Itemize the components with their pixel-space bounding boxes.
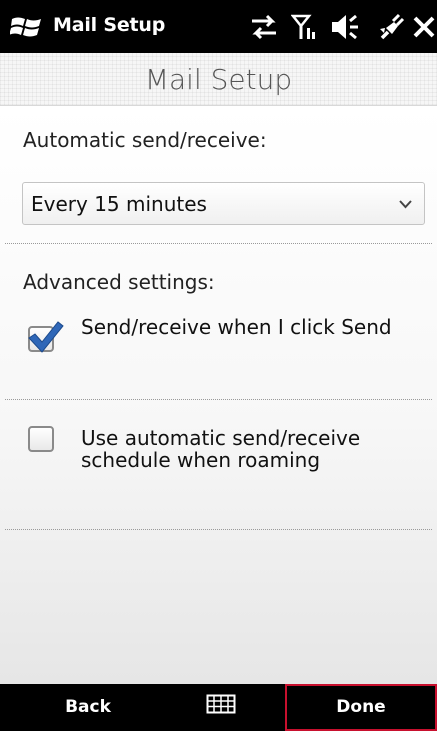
data-connection-icon[interactable]: [248, 12, 280, 42]
back-button[interactable]: Back: [0, 684, 176, 731]
section-divider: [5, 399, 432, 400]
interval-dropdown-value: Every 15 minutes: [31, 192, 207, 216]
advanced-settings-label: Advanced settings:: [23, 270, 215, 294]
interval-dropdown[interactable]: Every 15 minutes: [22, 182, 425, 225]
roaming-schedule-label[interactable]: Use automatic send/receive schedule when…: [81, 427, 411, 471]
volume-icon[interactable]: [330, 12, 362, 42]
send-on-click-checkbox[interactable]: [28, 321, 64, 353]
checkmark-icon: [28, 321, 64, 353]
close-icon[interactable]: [412, 12, 436, 42]
roaming-schedule-checkbox[interactable]: [28, 426, 54, 452]
signal-icon[interactable]: [291, 12, 317, 42]
settings-panel: Automatic send/receive: Every 15 minutes…: [0, 106, 437, 684]
section-divider: [5, 243, 432, 244]
page-title: Mail Setup: [144, 63, 293, 96]
keyboard-icon[interactable]: [206, 694, 236, 714]
status-bar: Mail Setup: [0, 0, 437, 53]
windows-logo-icon[interactable]: [10, 13, 44, 41]
section-divider: [5, 529, 432, 530]
chevron-down-icon: [399, 200, 412, 209]
bottom-bar: Back Done: [0, 684, 437, 731]
app-title[interactable]: Mail Setup: [53, 14, 165, 36]
page-header: Mail Setup: [0, 53, 437, 106]
done-button[interactable]: Done: [285, 684, 437, 731]
auto-send-receive-label: Automatic send/receive:: [23, 128, 267, 152]
send-on-click-label[interactable]: Send/receive when I click Send: [81, 316, 411, 338]
power-plug-icon[interactable]: [376, 12, 406, 42]
